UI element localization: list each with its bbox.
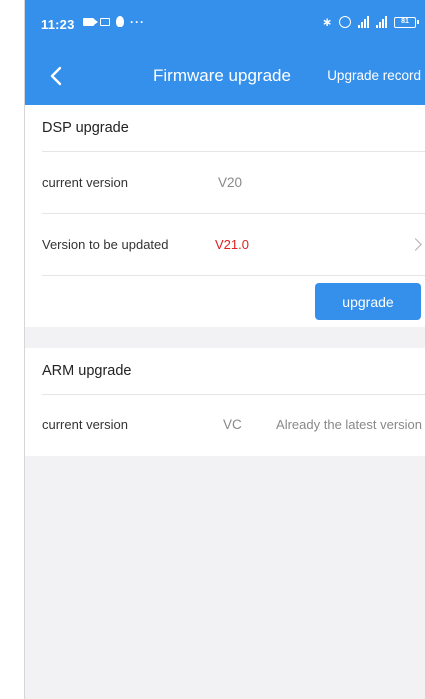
fire-icon	[116, 16, 124, 27]
battery-icon: 81	[394, 16, 419, 28]
dsp-current-version-label: current version	[42, 175, 128, 190]
dsp-update-version-value: V21.0	[215, 237, 249, 252]
arm-current-version-value: VC	[223, 416, 242, 432]
app-header: 11:23 ··· ∗ 81 Firmware upgrade Upgrade …	[25, 0, 425, 105]
dsp-section-title: DSP upgrade	[42, 120, 129, 136]
status-bar: 11:23 ··· ∗ 81	[25, 0, 425, 50]
nav-bar: Firmware upgrade Upgrade record	[25, 50, 425, 102]
upgrade-record-link[interactable]: Upgrade record	[327, 68, 421, 83]
arm-current-version-label: current version	[42, 416, 128, 432]
arm-current-version-row: current version VC Already the latest ve…	[42, 395, 425, 453]
dsp-upgrade-section: DSP upgrade current version V20 Version …	[25, 105, 425, 327]
phone-screen: 11:23 ··· ∗ 81 Firmware upgrade Upgrade …	[24, 0, 425, 699]
dsp-upgrade-button[interactable]: upgrade	[315, 283, 421, 320]
dsp-current-version-row: current version V20	[42, 152, 425, 214]
dsp-update-version-label: Version to be updated	[42, 237, 169, 252]
dsp-current-version-value: V20	[218, 175, 243, 190]
message-icon	[100, 17, 110, 26]
video-icon	[83, 17, 98, 26]
status-system-icons: ∗ 81	[321, 15, 419, 29]
dsp-header-row: DSP upgrade	[42, 105, 425, 152]
signal-icon	[376, 16, 387, 28]
arm-upgrade-section: ARM upgrade current version VC Already t…	[25, 348, 425, 456]
dsp-update-version-row[interactable]: Version to be updated V21.0	[42, 214, 425, 276]
page-title: Firmware upgrade	[153, 66, 291, 85]
back-button[interactable]	[43, 62, 71, 90]
alarm-icon	[339, 16, 351, 28]
more-dots-icon: ···	[130, 14, 145, 29]
arm-header-row: ARM upgrade	[42, 348, 425, 395]
arm-section-title: ARM upgrade	[42, 363, 132, 379]
chevron-right-icon	[409, 237, 422, 251]
bluetooth-icon: ∗	[321, 15, 332, 29]
signal-icon	[358, 16, 369, 28]
status-notification-icons: ···	[83, 14, 145, 29]
status-time: 11:23	[41, 17, 75, 32]
arm-version-status: Already the latest version	[276, 416, 422, 432]
chevron-left-icon	[50, 66, 62, 86]
